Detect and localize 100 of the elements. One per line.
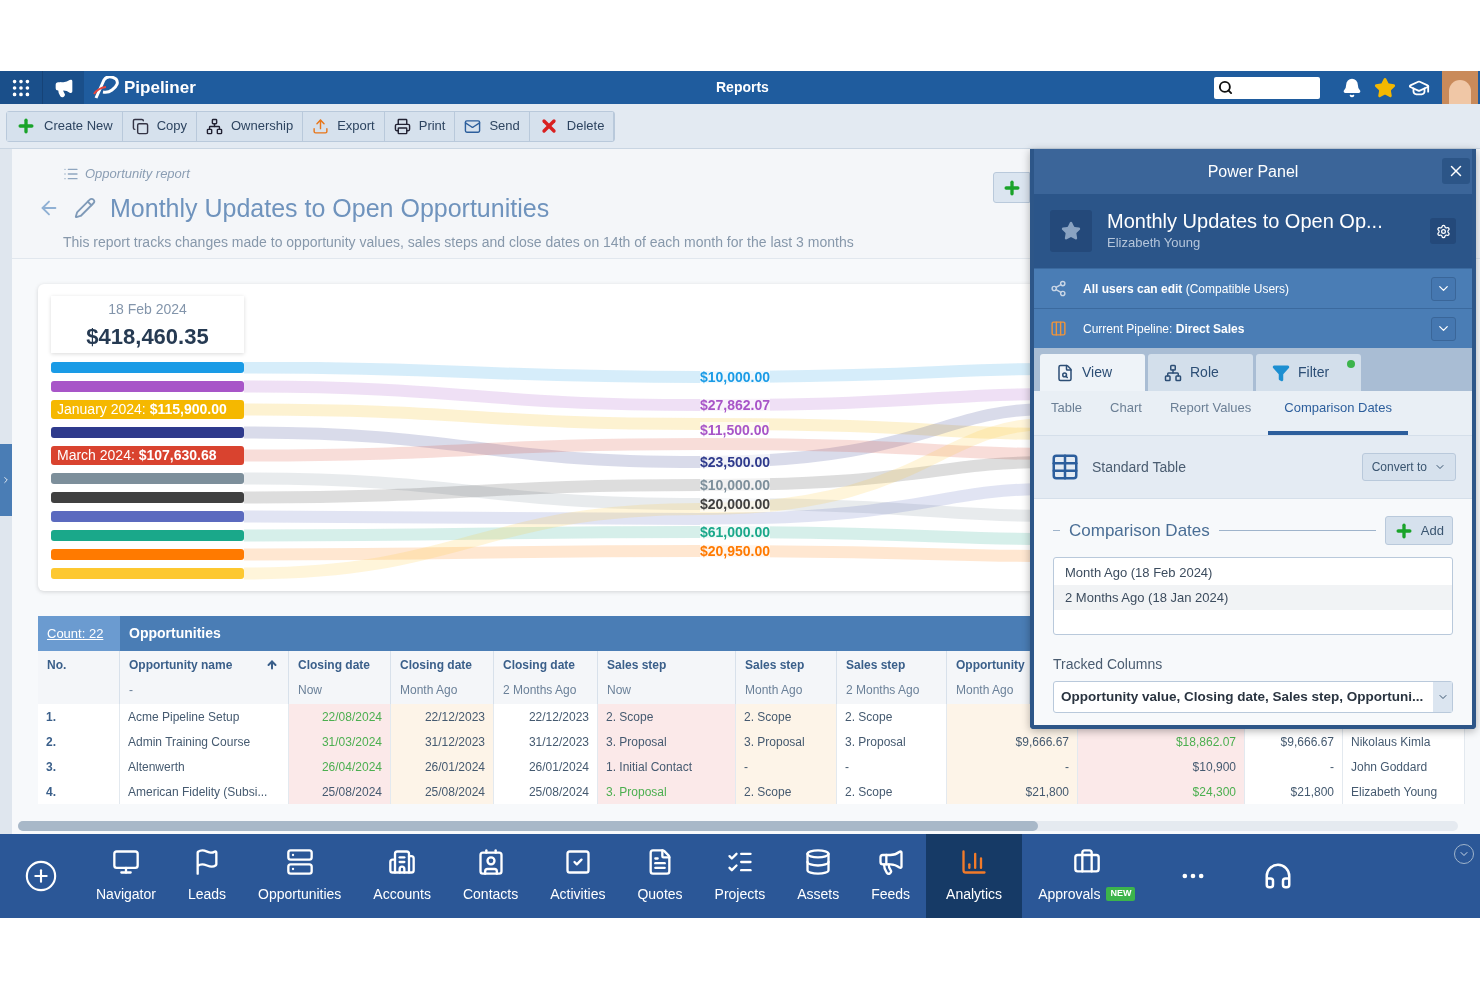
- nav-item[interactable]: Contacts: [446, 834, 535, 918]
- nav-item[interactable]: Activities: [534, 834, 622, 918]
- checkbox-icon: [563, 847, 592, 876]
- toolbar-button[interactable]: Print: [384, 111, 456, 141]
- megaphone-icon: [53, 77, 74, 98]
- nav-item[interactable]: Navigator: [80, 834, 172, 918]
- table-cell: Elizabeth Young: [1343, 779, 1465, 804]
- dropdown-button[interactable]: [1431, 276, 1456, 301]
- table-cell: 3. Proposal: [598, 729, 736, 754]
- table-cell: Admin Training Course: [120, 729, 289, 754]
- view-icon: [1056, 363, 1074, 382]
- table-cell: 26/01/2024: [391, 754, 494, 779]
- table-icon: [1050, 452, 1080, 482]
- star-icon[interactable]: [1374, 76, 1396, 99]
- nav-item[interactable]: Quotes: [621, 834, 699, 918]
- convert-button[interactable]: Convert to: [1361, 453, 1456, 481]
- nav-item[interactable]: Analytics: [926, 834, 1023, 918]
- add-icon[interactable]: [24, 859, 58, 893]
- bar-label: March 2024: $107,630.68: [57, 446, 217, 465]
- column-header[interactable]: Closing date 2 Months Ago: [494, 651, 598, 704]
- search-field[interactable]: [1214, 76, 1320, 99]
- nav-item[interactable]: Opportunities: [242, 834, 358, 918]
- date-item[interactable]: 2 Months Ago (18 Jan 2024): [1054, 585, 1452, 610]
- headset-icon[interactable]: [1263, 861, 1294, 891]
- column-header[interactable]: Sales step 2 Months Ago: [837, 651, 947, 704]
- briefcase-icon: [1072, 847, 1101, 876]
- section-tab[interactable]: Report Values: [1158, 392, 1263, 435]
- nav-item[interactable]: Projects: [698, 834, 782, 918]
- nav-item[interactable]: Accounts: [357, 834, 447, 918]
- column-header[interactable]: Sales step Month Ago: [736, 651, 837, 704]
- table-cell: 2. Scope: [837, 704, 947, 729]
- column-header[interactable]: Sales step Now: [598, 651, 736, 704]
- table-cell: Altenwerth: [120, 754, 289, 779]
- table-cell: 3. Proposal: [837, 729, 947, 754]
- column-subtitle: Now: [607, 682, 632, 699]
- nav-item[interactable]: Approvals NEW: [1022, 834, 1152, 918]
- panel-tab[interactable]: Role: [1148, 354, 1253, 391]
- table-cell: 25/08/2024: [494, 779, 598, 804]
- panel-tab[interactable]: Filter: [1256, 354, 1361, 391]
- announcements-button[interactable]: [42, 71, 84, 104]
- setting-row[interactable]: Current Pipeline: Direct Sales: [1034, 308, 1472, 348]
- settings-button[interactable]: [1430, 218, 1456, 244]
- section-tab[interactable]: Chart: [1099, 392, 1153, 435]
- section-tab[interactable]: Table: [1040, 392, 1094, 435]
- table-cell: 4.: [38, 779, 120, 804]
- toolbar-button[interactable]: Send: [455, 111, 530, 141]
- table-cell: American Fidelity (Subsi...: [120, 779, 289, 804]
- nav-item[interactable]: Feeds: [855, 834, 927, 918]
- toolbar-button[interactable]: Ownership: [197, 111, 304, 141]
- panel-tab[interactable]: View: [1040, 354, 1145, 391]
- table-cell: 26/01/2024: [494, 754, 598, 779]
- column-header[interactable]: Closing date Now: [289, 651, 391, 704]
- copy-icon: [131, 117, 149, 135]
- horizontal-scrollbar[interactable]: [18, 821, 1458, 831]
- table-cell: 31/12/2023: [391, 729, 494, 754]
- toolbar-button[interactable]: Delete: [529, 111, 615, 141]
- add-button[interactable]: [993, 172, 1030, 203]
- printer-icon: [393, 117, 411, 135]
- column-subtitle: Month Ago: [956, 682, 1015, 699]
- table-cell: 26/04/2024: [289, 754, 391, 779]
- setting-row[interactable]: All users can edit (Compatible Users): [1034, 268, 1472, 308]
- column-header[interactable]: No.: [38, 651, 120, 704]
- plus-icon: [16, 116, 36, 136]
- column-header[interactable]: Closing date Month Ago: [391, 651, 494, 704]
- nav-item[interactable]: Leads: [171, 834, 243, 918]
- column-title: Closing date: [298, 657, 370, 674]
- column-title: Closing date: [503, 657, 575, 674]
- add-date-button[interactable]: Add: [1384, 516, 1453, 545]
- favorite-button[interactable]: [1050, 210, 1092, 252]
- table-cell: $24,300: [1078, 779, 1245, 804]
- table-cell: 1. Initial Contact: [598, 754, 736, 779]
- apps-menu-button[interactable]: [0, 71, 42, 104]
- bar-chart-icon: [960, 847, 989, 876]
- column-title: Sales step: [745, 657, 805, 674]
- column-subtitle: 2 Months Ago: [503, 682, 578, 699]
- sort-ascending-icon[interactable]: [266, 659, 278, 671]
- table-cell: 3.: [38, 754, 120, 779]
- tracked-columns-select[interactable]: Opportunity value, Closing date, Sales step, Opportuni...: [1053, 681, 1453, 713]
- nav-item[interactable]: Assets: [781, 834, 856, 918]
- tracked-columns-label: Tracked Columns: [1053, 655, 1164, 674]
- amount-label: $27,862.07: [700, 397, 771, 413]
- toolbar-button[interactable]: Copy: [122, 111, 197, 141]
- panel-title: Power Panel: [1207, 161, 1299, 182]
- table-cell: Nikolaus Kimla: [1343, 729, 1465, 754]
- dropdown-button[interactable]: [1431, 316, 1456, 341]
- scrollbar-thumb[interactable]: [18, 821, 1038, 831]
- bell-icon[interactable]: [1342, 77, 1362, 98]
- toolbar-button[interactable]: Export: [303, 111, 385, 141]
- table-cell: -: [947, 754, 1078, 779]
- pipeline-setting: Current Pipeline: Direct Sales: [1083, 320, 1245, 338]
- column-header[interactable]: Opportunity name -: [120, 651, 289, 704]
- amount-label: $10,000.00: [700, 477, 771, 493]
- close-button[interactable]: [1442, 158, 1470, 184]
- column-header[interactable]: Opportunity Month Ago: [947, 651, 1030, 704]
- people-icon: [1164, 363, 1182, 382]
- column-title: No.: [47, 657, 67, 674]
- toolbar-button[interactable]: Create New: [7, 111, 123, 141]
- table-cell: Acme Pipeline Setup: [120, 704, 289, 729]
- table-title: Opportunities: [129, 624, 221, 643]
- table-cell: John Goddard: [1343, 754, 1465, 779]
